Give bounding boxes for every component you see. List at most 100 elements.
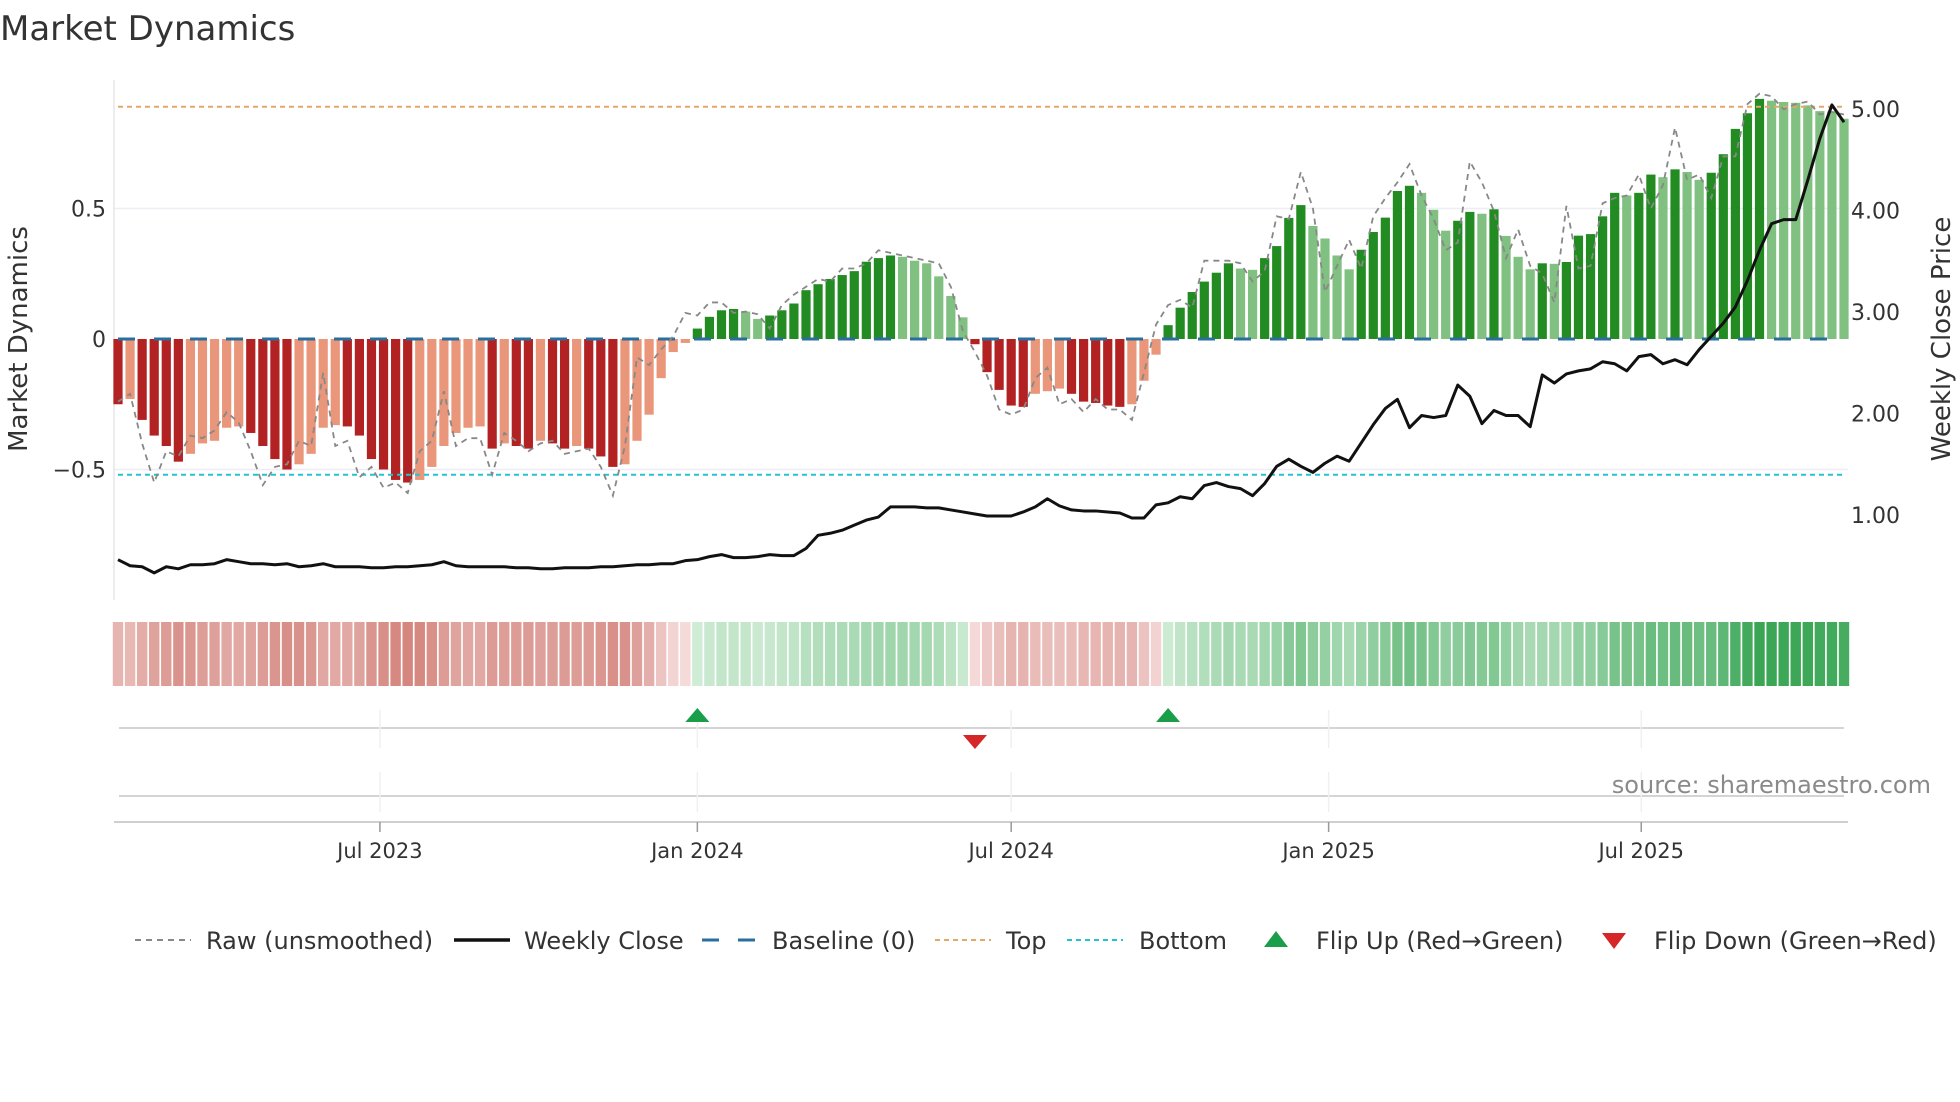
histogram-bar <box>849 271 859 339</box>
legend-label: Top <box>1005 927 1047 955</box>
histogram-bar <box>1368 231 1378 339</box>
histogram-bar <box>378 339 389 470</box>
histogram-bar <box>173 339 183 462</box>
heat-strip-cell <box>655 622 667 686</box>
heat-strip-cell <box>1054 622 1065 686</box>
histogram-bar <box>1694 179 1704 339</box>
histogram-bar <box>1235 268 1246 339</box>
heat-strip-cell <box>800 622 812 686</box>
histogram-bar <box>1501 235 1511 339</box>
heat-strip-cell <box>1066 622 1077 686</box>
histogram-bar <box>704 316 715 339</box>
histogram-bar <box>1054 339 1065 389</box>
heat-strip-cell <box>511 622 522 686</box>
heat-strip-cell <box>1464 622 1476 686</box>
heat-strip-cell <box>1778 622 1789 686</box>
heat-strip-cell <box>583 622 594 686</box>
histogram-bar <box>789 303 799 339</box>
heat-strip-cell <box>1814 622 1826 686</box>
heat-strip-cell <box>305 622 317 686</box>
histogram-bar <box>1127 339 1137 405</box>
histogram-bar <box>885 255 896 339</box>
heat-strip-cell <box>643 622 655 686</box>
heat-strip-cell <box>861 622 872 686</box>
flip-up-marker <box>1156 708 1181 722</box>
heat-strip-cell <box>1790 622 1801 686</box>
heat-strip-cell <box>438 622 450 686</box>
histogram-bar <box>1658 177 1668 339</box>
histogram-bar <box>1827 111 1837 340</box>
heat-strip-cell <box>269 622 281 686</box>
histogram-bar <box>1066 339 1077 394</box>
heat-strip-cell <box>342 622 353 686</box>
histogram-bar <box>1187 292 1197 339</box>
heat-strip-cell <box>1585 622 1596 686</box>
heat-strip-cell <box>1826 622 1838 686</box>
heat-strip-cell <box>547 622 558 686</box>
heat-strip-cell <box>112 622 124 686</box>
histogram-bar <box>137 339 147 420</box>
heat-strip-cell <box>354 622 365 686</box>
histogram-bar <box>801 290 811 339</box>
series-lines <box>117 92 1846 575</box>
histogram-bar <box>1151 339 1161 355</box>
histogram-bar <box>258 339 268 447</box>
legend-label: Bottom <box>1139 927 1227 955</box>
histogram-bar <box>222 339 232 428</box>
histogram-bar <box>499 339 509 444</box>
heat-strip-cell <box>1283 622 1294 686</box>
histogram-bar <box>354 339 364 436</box>
heat-strip-cell <box>692 622 703 686</box>
histogram-bar <box>1634 192 1644 339</box>
histogram-bar <box>644 339 654 415</box>
histogram-bar <box>1537 263 1547 339</box>
histogram-bar <box>1754 98 1765 339</box>
x-tick-label: Jan 2024 <box>649 839 744 863</box>
left-tick-label: −0.5 <box>53 459 106 484</box>
heat-strip-cell <box>1162 622 1174 686</box>
heat-strip-cell <box>1380 622 1391 686</box>
heat-strip-cell <box>1681 622 1693 686</box>
heat-strip-cell <box>849 622 860 686</box>
histogram-bar <box>934 276 944 339</box>
heat-strip-cell <box>1343 622 1355 686</box>
histogram-bar <box>342 339 352 427</box>
heat-strip-cell <box>619 622 631 686</box>
heat-strip-cell <box>1368 622 1379 686</box>
heat-strip-cell <box>1537 622 1548 686</box>
histogram-bar <box>125 339 135 400</box>
heat-strip-cell <box>1440 622 1451 686</box>
heat-strip-cell <box>873 622 884 686</box>
histogram-bar <box>1091 339 1101 403</box>
histogram-bar <box>1670 169 1680 339</box>
heat-strip-cell <box>909 622 920 686</box>
heat-strip-cell <box>1524 622 1536 686</box>
heat-strip-cell <box>136 622 148 686</box>
heat-strip-cell <box>233 622 244 686</box>
heat-strip-cell <box>680 622 691 686</box>
heat-strip-cell <box>378 622 389 686</box>
histogram-bar <box>511 339 521 447</box>
legend: Raw (unsmoothed) Weekly Close Baseline (0)… <box>135 927 1937 955</box>
y-axis-label-right: Weekly Close Price <box>1927 217 1957 462</box>
heat-strip-cell <box>426 622 438 686</box>
heat-strip-cell <box>402 622 413 686</box>
histogram-bar <box>596 339 606 457</box>
histogram-bar <box>330 339 340 426</box>
heat-strip-cell <box>740 622 751 686</box>
heat-strip-cell <box>1549 622 1560 686</box>
heat-strip-cell <box>1657 622 1669 686</box>
histogram-bar <box>1308 225 1318 339</box>
histogram-bar <box>1585 234 1596 339</box>
legend-label: Weekly Close <box>524 927 684 955</box>
histogram-bar <box>1561 262 1571 339</box>
heat-strip-cell <box>728 622 739 686</box>
histogram-bar <box>391 339 401 480</box>
heat-strip-cell <box>957 622 969 686</box>
heat-strip-cell <box>1295 622 1307 686</box>
right-tick-label: 1.00 <box>1851 504 1900 529</box>
histogram-bar <box>620 339 630 465</box>
histogram-bar <box>1223 263 1234 339</box>
histogram-bar <box>246 339 256 433</box>
histogram-bar <box>523 339 533 449</box>
